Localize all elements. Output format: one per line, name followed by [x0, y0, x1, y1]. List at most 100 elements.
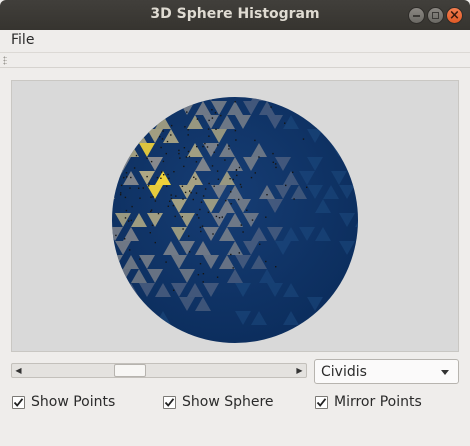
data-point	[225, 199, 227, 202]
data-point	[212, 233, 214, 235]
data-point	[217, 144, 219, 146]
scroll-left-icon[interactable]: ◀	[12, 364, 25, 377]
data-point	[133, 167, 136, 169]
scroll-right-icon[interactable]: ▶	[293, 364, 306, 377]
minimize-button[interactable]	[408, 7, 425, 24]
maximize-icon	[432, 12, 439, 19]
data-point	[179, 157, 181, 159]
histogram-bin	[315, 115, 331, 129]
data-point	[224, 159, 226, 161]
maximize-button[interactable]	[427, 7, 444, 24]
chevron-down-icon	[441, 370, 449, 375]
data-point	[188, 235, 190, 237]
data-point	[124, 217, 127, 219]
histogram-bin	[112, 241, 115, 255]
show-sphere-checkbox-box[interactable]	[163, 396, 176, 409]
data-point	[152, 196, 154, 198]
data-point	[216, 276, 219, 278]
data-point	[238, 166, 241, 169]
data-point	[186, 111, 188, 113]
data-point	[170, 197, 173, 200]
data-point	[202, 145, 204, 148]
sphere-viewport[interactable]	[11, 80, 459, 352]
scrollbar-thumb[interactable]	[114, 364, 146, 377]
data-point	[162, 160, 165, 163]
data-point	[202, 281, 204, 283]
data-point	[270, 106, 272, 108]
show-sphere-label: Show Sphere	[182, 394, 274, 410]
data-point	[211, 165, 214, 167]
menu-file[interactable]: File	[11, 32, 34, 48]
data-point	[275, 163, 277, 165]
data-point	[170, 194, 172, 196]
data-point	[202, 195, 205, 197]
data-point	[234, 101, 236, 103]
data-point	[236, 174, 238, 177]
data-point	[275, 266, 277, 268]
data-point	[218, 217, 221, 219]
checkmark-icon	[13, 398, 24, 407]
data-point	[206, 146, 209, 148]
data-point	[150, 210, 152, 213]
data-point	[135, 154, 138, 157]
data-point	[161, 138, 164, 140]
toolbar-grip-icon[interactable]	[3, 56, 7, 65]
data-point	[139, 258, 141, 260]
data-point	[185, 156, 188, 158]
data-point	[138, 187, 140, 189]
data-point	[148, 185, 150, 187]
data-point	[163, 174, 165, 176]
data-point	[197, 274, 200, 276]
data-point	[239, 183, 242, 186]
data-point	[201, 225, 204, 227]
data-point	[193, 176, 195, 178]
data-point	[220, 114, 222, 117]
data-point	[120, 184, 123, 187]
colormap-selected: Cividis	[321, 364, 367, 380]
data-point	[228, 148, 230, 150]
data-point	[207, 128, 210, 130]
colormap-select[interactable]: Cividis	[314, 359, 459, 384]
checkmark-icon	[316, 398, 327, 407]
data-point	[214, 112, 217, 114]
data-point	[230, 203, 232, 205]
data-point	[165, 261, 167, 263]
data-point	[159, 136, 161, 138]
data-point	[181, 185, 184, 187]
data-point	[167, 205, 169, 207]
data-point	[284, 122, 286, 124]
data-point	[265, 216, 267, 218]
data-point	[230, 191, 232, 193]
data-point	[232, 178, 234, 181]
data-point	[254, 139, 256, 142]
data-point	[166, 185, 168, 187]
horizontal-scrollbar[interactable]: ◀ ▶	[11, 363, 307, 378]
title-bar: 3D Sphere Histogram ×	[0, 0, 470, 30]
histogram-bin	[112, 185, 115, 199]
mirror-points-checkbox-box[interactable]	[315, 396, 328, 409]
histogram-bin	[267, 339, 283, 351]
mirror-points-label: Mirror Points	[334, 394, 422, 410]
data-point	[151, 224, 154, 226]
data-point	[189, 190, 191, 192]
data-point	[265, 260, 267, 263]
close-button[interactable]: ×	[446, 7, 463, 24]
data-point	[211, 109, 213, 111]
sphere-canvas[interactable]	[12, 81, 458, 351]
data-point	[128, 220, 130, 222]
data-point	[228, 145, 230, 147]
data-point	[215, 215, 218, 218]
data-point	[216, 170, 219, 172]
data-point	[154, 200, 157, 202]
data-point	[160, 177, 162, 179]
data-point	[202, 273, 205, 275]
show-points-checkbox-box[interactable]	[12, 396, 25, 409]
data-point	[175, 195, 177, 197]
data-point	[182, 228, 184, 230]
data-point	[150, 160, 153, 163]
data-point	[238, 198, 240, 201]
data-point	[192, 198, 194, 201]
data-point	[130, 176, 132, 179]
data-point	[234, 129, 237, 132]
data-point	[292, 171, 294, 173]
